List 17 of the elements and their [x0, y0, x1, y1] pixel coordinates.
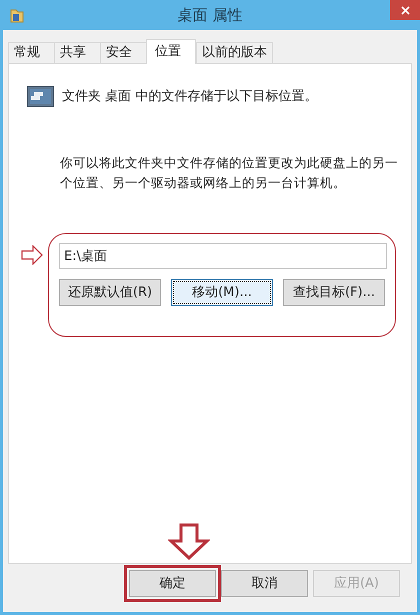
pointer-arrow-icon [21, 245, 43, 265]
description-text: 你可以将此文件夹中文件存储的位置更改为此硬盘上的另一个位置、另一个驱动器或网络上的另一台计算机。 [60, 154, 399, 192]
close-button[interactable] [390, 0, 420, 20]
folder-location-icon [27, 86, 54, 107]
close-icon [400, 6, 410, 14]
down-arrow-icon [168, 523, 210, 560]
dialog-button[interactable]: 取消 [221, 570, 308, 597]
location-button[interactable]: 查找目标(F)... [283, 279, 385, 306]
path-field[interactable]: E:\桌面 [59, 243, 387, 269]
tab[interactable]: 常规 [8, 42, 55, 64]
folder-icon [10, 7, 24, 23]
location-button[interactable]: 还原默认值(R) [59, 279, 161, 306]
tab[interactable]: 以前的版本 [196, 42, 273, 64]
location-info-text: 文件夹 桌面 中的文件存储于以下目标位置。 [62, 88, 318, 106]
tab[interactable]: 位置 [146, 39, 196, 64]
location-button[interactable]: 移动(M)... [171, 279, 273, 306]
window-title: 桌面 属性 [176, 4, 244, 26]
